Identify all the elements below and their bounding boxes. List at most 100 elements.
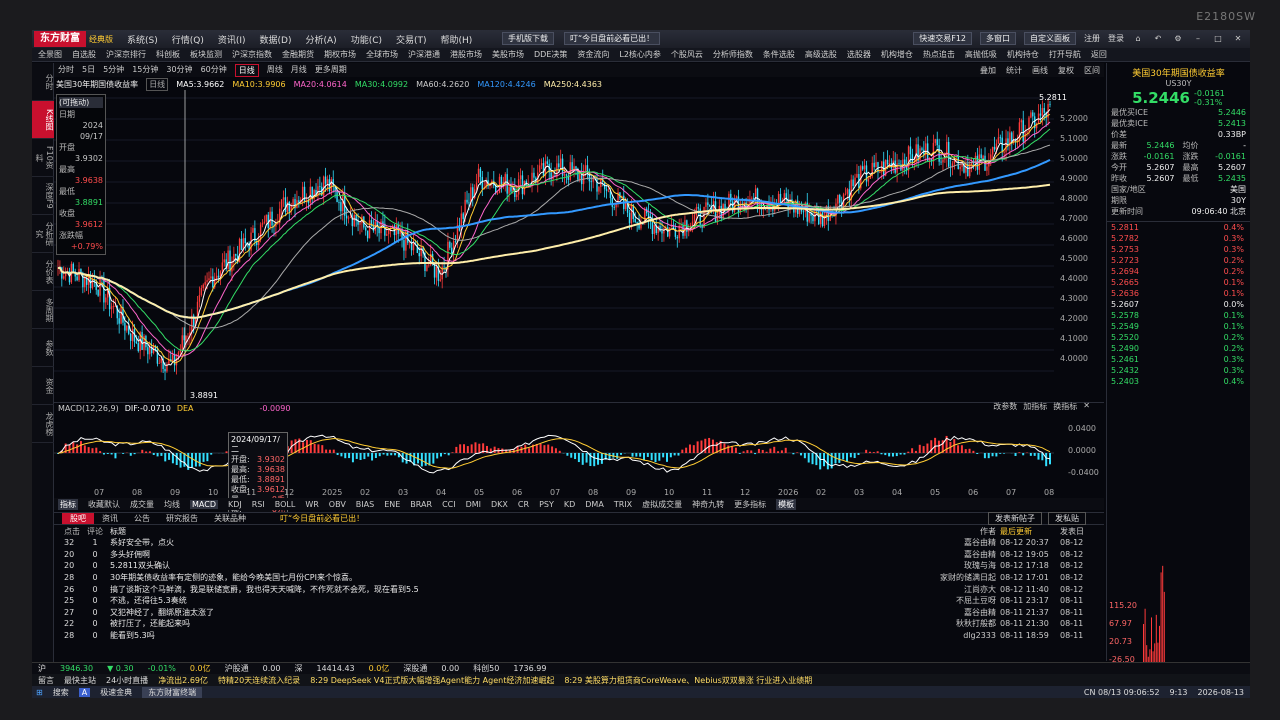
ticker-item[interactable]: 净流出2.69亿: [158, 675, 208, 686]
windows-start-icon[interactable]: ⊞: [36, 688, 43, 697]
menu-data[interactable]: 数据(D): [260, 33, 292, 46]
nav-item[interactable]: 美股市场: [492, 49, 524, 60]
indicator-tab[interactable]: DMI: [466, 500, 481, 509]
nav-item[interactable]: 分析师指数: [713, 49, 753, 60]
taskbar-app-a[interactable]: A: [78, 687, 91, 697]
nav-item[interactable]: 全景图: [38, 49, 62, 60]
left-tab[interactable]: 龙虎榜: [32, 405, 54, 443]
indicator-tab[interactable]: 均线: [164, 499, 180, 510]
left-tab[interactable]: 参数: [32, 329, 54, 367]
sz-connect-label[interactable]: 深股通: [403, 663, 427, 674]
ticker-item[interactable]: 最快主站: [64, 675, 96, 686]
news-row[interactable]: 25 0 不逃，还得往5.3奏统 不屈土豆呀 08-11 23:17 08-11: [54, 595, 1104, 607]
indicator-tab[interactable]: BIAS: [356, 500, 374, 509]
nav-item[interactable]: 机构持仓: [1007, 49, 1039, 60]
indicator-tab[interactable]: 更多指标: [734, 499, 766, 510]
macd-panel[interactable]: MACD(12,26,9) DIF:-0.0710 DEA -0.0090 改参…: [54, 401, 1104, 502]
indicator-tab[interactable]: RSI: [252, 500, 265, 509]
news-tab[interactable]: 资讯: [94, 513, 126, 524]
news-row[interactable]: 20 0 5.2811双头确认 玫瑰与海 08-12 17:18 08-12: [54, 560, 1104, 572]
indicator-tab[interactable]: KDJ: [228, 500, 242, 509]
indicator-tab[interactable]: CR: [518, 500, 529, 509]
indicator-tab[interactable]: KD: [564, 500, 575, 509]
chart-tool-button[interactable]: 复权: [1058, 65, 1074, 76]
nav-item[interactable]: 全球市场: [366, 49, 398, 60]
period-tab[interactable]: 月线: [291, 64, 307, 77]
sh-connect-label[interactable]: 沪股通: [225, 663, 249, 674]
indicator-tab[interactable]: 虚拟成交量: [642, 499, 682, 510]
indicator-tab[interactable]: ENE: [384, 500, 400, 509]
chart-tool-button[interactable]: 统计: [1006, 65, 1022, 76]
chart-tool-button[interactable]: 画线: [1032, 65, 1048, 76]
nav-item[interactable]: 机构增仓: [881, 49, 913, 60]
nav-item[interactable]: 科创板: [156, 49, 180, 60]
header-title[interactable]: 标题: [110, 526, 940, 537]
period-tab[interactable]: 分时: [58, 64, 74, 77]
news-row[interactable]: 28 0 30年期美债收益率有定侧的迹象，能给今晚美国七月份CPI来个惊喜。 家财的储…: [54, 572, 1104, 584]
bar-info-panel[interactable]: (可拖动) 日期 2024 09/17 开盘 3.9302 最高 3.9638 …: [56, 94, 106, 255]
nav-item[interactable]: 个股风云: [671, 49, 703, 60]
period-tab[interactable]: 5分钟: [103, 64, 124, 77]
menu-trade[interactable]: 交易(T): [396, 33, 427, 46]
news-row[interactable]: 22 0 被打压了，还能起来吗 秋秋打般都 08-11 21:30 08-11: [54, 618, 1104, 630]
maximize-icon[interactable]: □: [1212, 33, 1224, 45]
quick-trade-button[interactable]: 快速交易F12: [913, 32, 972, 45]
indicator-tab[interactable]: 收藏默认: [88, 499, 120, 510]
header-author[interactable]: 作者: [940, 526, 1000, 537]
left-tab[interactable]: K线图: [32, 101, 54, 139]
nav-item[interactable]: 返回: [1091, 49, 1107, 60]
period-tab[interactable]: 更多周期: [315, 64, 347, 77]
macd-add-indicator-button[interactable]: 加指标: [1023, 401, 1047, 412]
news-row[interactable]: 26 0 搞了谈斯这个马鲜滴，我是联储宽爵，我也得天天喊降，不作死就不会死，现在看到…: [54, 583, 1104, 595]
ticker-item[interactable]: 8:29 美股算力租赁商CoreWeave、Nebius双双暴涨 行业进入业绩期: [564, 675, 812, 686]
period-tab[interactable]: 日线: [234, 63, 259, 77]
indicator-tab[interactable]: BRAR: [410, 500, 432, 509]
nav-item[interactable]: 资金流向: [577, 49, 609, 60]
chart-tool-button[interactable]: 区间: [1084, 65, 1100, 76]
custom-panel-button[interactable]: 自定义面板: [1024, 32, 1076, 45]
ticker-item[interactable]: 24小时直播: [106, 675, 148, 686]
ticker-item[interactable]: 特精20天连续流入纪录: [218, 675, 300, 686]
indicator-tab[interactable]: DKX: [491, 500, 508, 509]
indicator-tab[interactable]: MACD: [190, 499, 218, 509]
left-tab[interactable]: 分价表: [32, 253, 54, 291]
nav-item[interactable]: 沪深港通: [408, 49, 440, 60]
macd-switch-indicator-button[interactable]: 换指标: [1053, 401, 1077, 412]
period-tab[interactable]: 周线: [267, 64, 283, 77]
indicator-tab[interactable]: WR: [305, 500, 318, 509]
nav-item[interactable]: 金融期货: [282, 49, 314, 60]
left-tab[interactable]: 深度F9: [32, 177, 54, 215]
nav-item[interactable]: 热点追击: [923, 49, 955, 60]
taskbar-app-jindian[interactable]: 极速金典: [100, 687, 132, 698]
indicator-tab[interactable]: 成交量: [130, 499, 154, 510]
kline-chart[interactable]: 5.2000 5.1000 5.0000 4.9000 4.8000 4.7000 4.60…: [54, 90, 1104, 400]
new-post-button[interactable]: 发表新帖子: [988, 512, 1042, 525]
menu-function[interactable]: 功能(C): [351, 33, 382, 46]
left-tab[interactable]: 分时: [32, 63, 54, 101]
header-updated[interactable]: 最后更新: [1000, 526, 1060, 537]
indicator-tab[interactable]: OBV: [329, 500, 346, 509]
nav-item[interactable]: 条件选股: [763, 49, 795, 60]
chart-tool-button[interactable]: 叠加: [980, 65, 996, 76]
nav-item[interactable]: 高抛低吸: [965, 49, 997, 60]
macd-close-icon[interactable]: ✕: [1083, 401, 1090, 412]
indicator-tab[interactable]: BOLL: [275, 500, 296, 509]
home-icon[interactable]: ⌂: [1132, 33, 1144, 45]
login-link[interactable]: 登录: [1108, 33, 1124, 44]
nav-item[interactable]: 沪深京指数: [232, 49, 272, 60]
news-tab[interactable]: 股吧: [62, 513, 94, 524]
ticker-item[interactable]: 8:29 DeepSeek V4正式版大幅增强Agent能力 Agent经济加速…: [310, 675, 554, 686]
back-icon[interactable]: ↶: [1152, 33, 1164, 45]
menu-quote[interactable]: 行情(Q): [172, 33, 204, 46]
header-comments[interactable]: 评论: [80, 526, 110, 537]
close-icon[interactable]: ✕: [1232, 33, 1244, 45]
nav-item[interactable]: 板块监测: [190, 49, 222, 60]
news-row[interactable]: 32 1 系好安全带，点火 嘉谷由精 08-12 20:37 08-12: [54, 537, 1104, 549]
multi-window-button[interactable]: 多窗口: [980, 32, 1016, 45]
period-tab[interactable]: 60分钟: [201, 64, 227, 77]
nav-item[interactable]: L2核心内参: [619, 49, 661, 60]
indicator-tab[interactable]: CCI: [442, 500, 456, 509]
news-tab[interactable]: 关联品种: [206, 513, 254, 524]
nav-item[interactable]: 选股器: [847, 49, 871, 60]
nav-item[interactable]: DDE决策: [534, 49, 567, 60]
